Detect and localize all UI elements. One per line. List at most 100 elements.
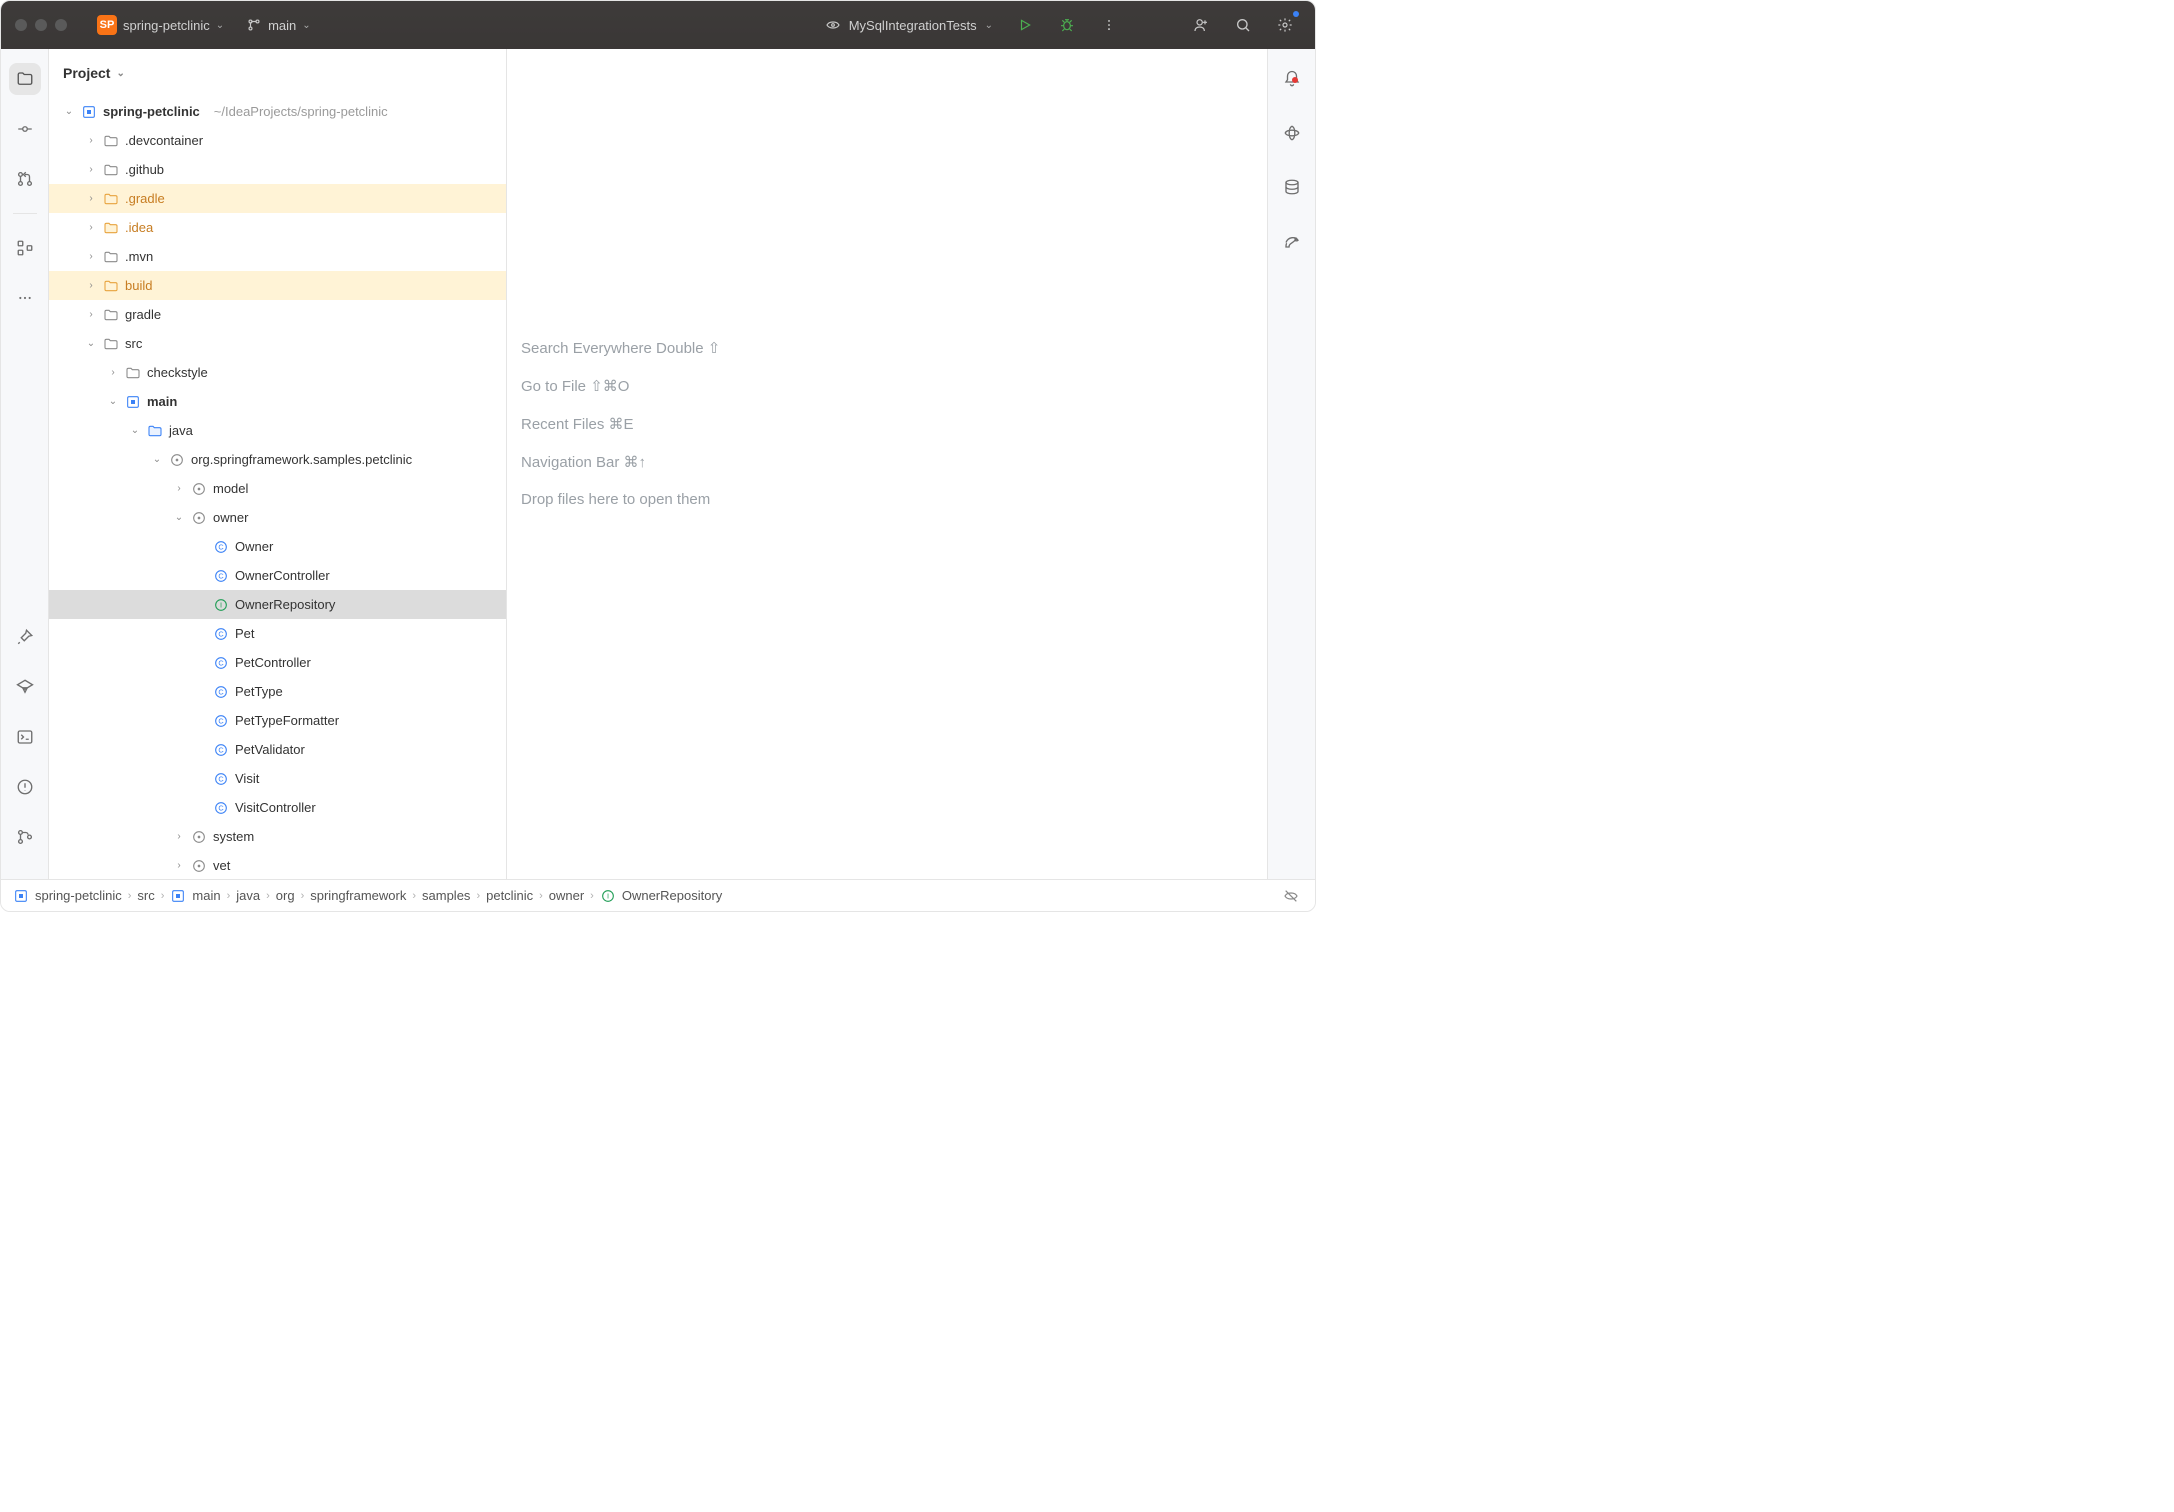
tree-item-system[interactable]: ›system — [49, 822, 506, 851]
tree-item-pettype[interactable]: CPetType — [49, 677, 506, 706]
tree-item-label: Owner — [235, 539, 273, 554]
tree-item-ownerrepository[interactable]: IOwnerRepository — [49, 590, 506, 619]
breadcrumb-segment[interactable]: samples — [422, 888, 470, 903]
problems-tool-button[interactable] — [9, 771, 41, 803]
chevron-down-icon[interactable]: ⌄ — [151, 454, 163, 465]
debug-button[interactable] — [1051, 9, 1083, 41]
vcs-tool-button[interactable] — [9, 821, 41, 853]
chevron-right-icon[interactable]: › — [173, 483, 185, 494]
ai-assistant-tool-button[interactable] — [1276, 117, 1308, 149]
breadcrumb-label: springframework — [310, 888, 406, 903]
more-actions-button[interactable] — [1093, 9, 1125, 41]
chevron-down-icon[interactable]: ⌄ — [107, 396, 119, 407]
services-tool-button[interactable] — [9, 671, 41, 703]
chevron-down-icon[interactable]: ⌄ — [63, 106, 75, 117]
tree-item-ownercontroller[interactable]: COwnerController — [49, 561, 506, 590]
git-branch-selector[interactable]: main ⌄ — [240, 13, 317, 37]
project-tree[interactable]: ⌄spring-petclinic~/IdeaProjects/spring-p… — [49, 97, 506, 879]
chevron-right-icon[interactable]: › — [85, 193, 97, 204]
chevron-right-icon[interactable]: › — [85, 309, 97, 320]
tree-item-visit[interactable]: CVisit — [49, 764, 506, 793]
tree-item--devcontainer[interactable]: › .devcontainer — [49, 126, 506, 155]
run-button[interactable] — [1009, 9, 1041, 41]
terminal-tool-button[interactable] — [9, 721, 41, 753]
tree-item-pet[interactable]: CPet — [49, 619, 506, 648]
breadcrumb-segment[interactable]: src — [137, 888, 154, 903]
commit-tool-button[interactable] — [9, 113, 41, 145]
chevron-right-icon[interactable]: › — [173, 860, 185, 871]
database-tool-button[interactable] — [1276, 171, 1308, 203]
tree-item-vet[interactable]: ›vet — [49, 851, 506, 879]
breadcrumb-segment[interactable]: org — [276, 888, 295, 903]
pull-requests-tool-button[interactable] — [9, 163, 41, 195]
chevron-down-icon[interactable]: ⌄ — [85, 338, 97, 349]
tree-item-org-springframework-samples-petclinic[interactable]: ⌄org.springframework.samples.petclinic — [49, 445, 506, 474]
breadcrumb-segment[interactable]: main — [170, 888, 220, 904]
tree-item-owner[interactable]: COwner — [49, 532, 506, 561]
chevron-right-icon[interactable]: › — [107, 367, 119, 378]
maximize-window-button[interactable] — [55, 19, 67, 31]
breadcrumb-segment[interactable]: java — [236, 888, 260, 903]
tree-item-spring-petclinic[interactable]: ⌄spring-petclinic~/IdeaProjects/spring-p… — [49, 97, 506, 126]
tree-item-petvalidator[interactable]: CPetValidator — [49, 735, 506, 764]
breadcrumb[interactable]: spring-petclinic›src›main›java›org›sprin… — [13, 888, 722, 904]
settings-button[interactable] — [1269, 9, 1301, 41]
chevron-down-icon[interactable]: ⌄ — [173, 512, 185, 523]
tree-item-checkstyle[interactable]: ›checkstyle — [49, 358, 506, 387]
chevron-down-icon[interactable]: ⌄ — [129, 425, 141, 436]
chevron-right-icon[interactable]: › — [85, 164, 97, 175]
minimize-window-button[interactable] — [35, 19, 47, 31]
tree-item--github[interactable]: ›.github — [49, 155, 506, 184]
chevron-right-icon[interactable]: › — [85, 135, 97, 146]
folder-icon — [103, 162, 119, 178]
tree-item-build[interactable]: ›build — [49, 271, 506, 300]
breadcrumb-segment[interactable]: IOwnerRepository — [600, 888, 722, 904]
project-selector[interactable]: SP spring-petclinic ⌄ — [91, 11, 230, 39]
tree-item-visitcontroller[interactable]: CVisitController — [49, 793, 506, 822]
editor-empty-state[interactable]: Search Everywhere Double ⇧Go to File ⇧⌘O… — [507, 49, 1267, 879]
tree-item-main[interactable]: ⌄main — [49, 387, 506, 416]
gear-icon — [1277, 17, 1293, 33]
tree-item-owner[interactable]: ⌄ owner — [49, 503, 506, 532]
svg-text:C: C — [218, 745, 224, 754]
chevron-right-icon: › — [227, 890, 231, 902]
structure-tool-button[interactable] — [9, 232, 41, 264]
tree-item-java[interactable]: ⌄java — [49, 416, 506, 445]
chevron-right-icon[interactable]: › — [85, 222, 97, 233]
svg-text:C: C — [218, 687, 224, 696]
left-tool-strip — [1, 49, 49, 879]
notifications-tool-button[interactable] — [1276, 63, 1308, 95]
folder-icon — [103, 307, 119, 323]
breadcrumb-segment[interactable]: owner — [549, 888, 584, 903]
tree-item--idea[interactable]: ›.idea — [49, 213, 506, 242]
breadcrumb-label: petclinic — [486, 888, 533, 903]
search-everywhere-button[interactable] — [1227, 9, 1259, 41]
window-controls — [15, 19, 67, 31]
project-tool-button[interactable] — [9, 63, 41, 95]
tree-item-pettypeformatter[interactable]: CPetTypeFormatter — [49, 706, 506, 735]
gradle-tool-button[interactable] — [1276, 225, 1308, 257]
more-tool-button[interactable] — [9, 282, 41, 314]
tree-item-label: owner — [213, 510, 248, 525]
tree-item-label: .devcontainer — [125, 133, 203, 148]
svg-text:C: C — [218, 716, 224, 725]
breadcrumb-segment[interactable]: springframework — [310, 888, 406, 903]
chevron-right-icon[interactable]: › — [173, 831, 185, 842]
chevron-right-icon[interactable]: › — [85, 280, 97, 291]
tree-item-model[interactable]: ›model — [49, 474, 506, 503]
build-tool-button[interactable] — [9, 621, 41, 653]
tree-item-petcontroller[interactable]: CPetController — [49, 648, 506, 677]
project-badge: SP — [97, 15, 117, 35]
project-pane-header[interactable]: Project ⌄ — [49, 49, 506, 97]
code-with-me-button[interactable] — [1185, 9, 1217, 41]
tree-item--mvn[interactable]: ›.mvn — [49, 242, 506, 271]
run-configuration-selector[interactable]: MySqlIntegrationTests ⌄ — [819, 13, 999, 37]
breadcrumb-segment[interactable]: spring-petclinic — [13, 888, 122, 904]
close-window-button[interactable] — [15, 19, 27, 31]
tree-item--gradle[interactable]: ›.gradle — [49, 184, 506, 213]
presentation-mode-button[interactable] — [1279, 884, 1303, 908]
tree-item-gradle[interactable]: ›gradle — [49, 300, 506, 329]
breadcrumb-segment[interactable]: petclinic — [486, 888, 533, 903]
tree-item-src[interactable]: ⌄src — [49, 329, 506, 358]
chevron-right-icon[interactable]: › — [85, 251, 97, 262]
